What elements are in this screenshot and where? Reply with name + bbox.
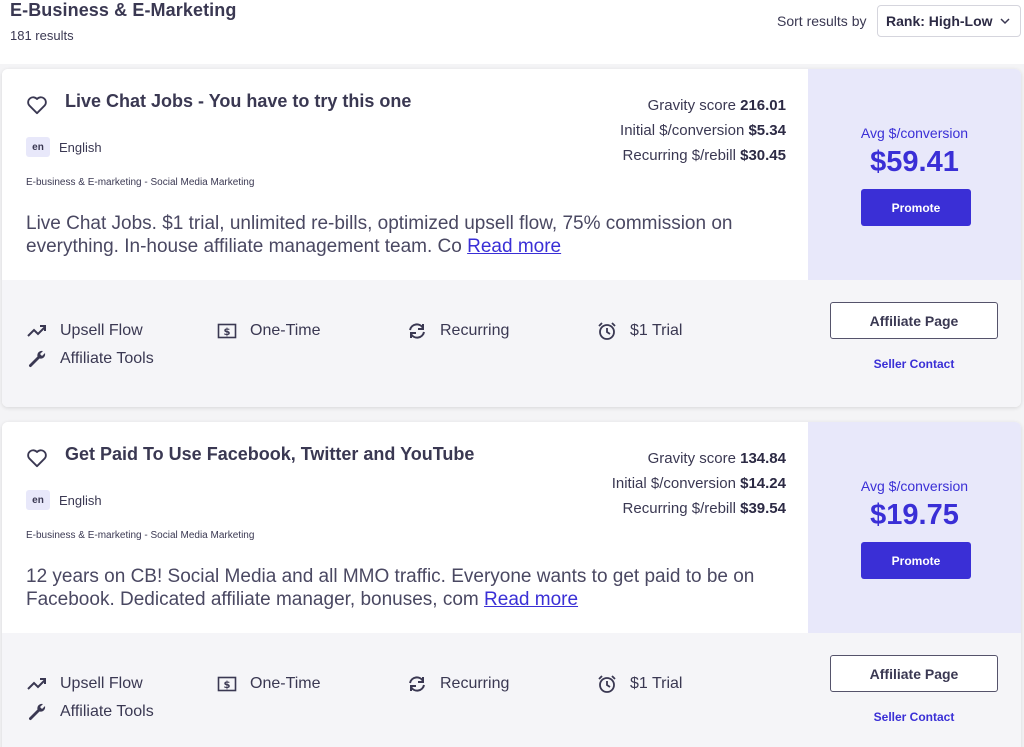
language-badge: en: [26, 490, 50, 510]
avg-conversion-panel: Avg $/conversion $59.41 Promote: [808, 69, 1021, 280]
product-title[interactable]: Get Paid To Use Facebook, Twitter and Yo…: [65, 444, 474, 465]
product-description: Live Chat Jobs. $1 trial, unlimited re-b…: [26, 212, 796, 258]
product-stats: Gravity score 216.01 Initial $/conversio…: [620, 93, 786, 168]
language-name: English: [59, 493, 102, 508]
product-category: E-business & E-marketing - Social Media …: [26, 530, 255, 541]
feature-upsell-flow: Upsell Flow: [26, 320, 143, 342]
heart-icon[interactable]: [26, 448, 48, 468]
sort-select[interactable]: Rank: High-Low: [877, 5, 1021, 37]
alarm-clock-icon: [596, 673, 618, 695]
product-title[interactable]: Live Chat Jobs - You have to try this on…: [65, 91, 411, 112]
trend-up-icon: [26, 673, 48, 695]
product-card: Live Chat Jobs - You have to try this on…: [2, 69, 1021, 407]
read-more-link[interactable]: Read more: [484, 589, 578, 610]
product-category: E-business & E-marketing - Social Media …: [26, 177, 255, 188]
product-card: Get Paid To Use Facebook, Twitter and Yo…: [2, 422, 1021, 747]
seller-contact-link[interactable]: Seller Contact: [830, 357, 998, 371]
language-name: English: [59, 140, 102, 155]
refresh-icon: [406, 673, 428, 695]
avg-conversion-label: Avg $/conversion: [860, 125, 969, 141]
sort-select-value: Rank: High-Low: [886, 13, 993, 29]
product-stats: Gravity score 134.84 Initial $/conversio…: [612, 446, 786, 521]
avg-conversion-label: Avg $/conversion: [860, 478, 969, 494]
dollar-bill-icon: $: [216, 320, 238, 342]
feature-one-time: $ One-Time: [216, 673, 321, 695]
alarm-clock-icon: [596, 320, 618, 342]
feature-trial: $1 Trial: [596, 320, 682, 342]
promote-button[interactable]: Promote: [861, 542, 971, 579]
affiliate-page-button[interactable]: Affiliate Page: [830, 302, 998, 339]
gravity-score: Gravity score 134.84: [647, 450, 786, 467]
initial-value: $5.34: [748, 122, 786, 139]
feature-affiliate-tools: Affiliate Tools: [26, 348, 154, 370]
wrench-icon: [26, 348, 48, 370]
gravity-value: 216.01: [740, 97, 786, 114]
svg-text:$: $: [224, 680, 231, 691]
feature-recurring: Recurring: [406, 320, 509, 342]
dollar-bill-icon: $: [216, 673, 238, 695]
heart-icon[interactable]: [26, 95, 48, 115]
feature-recurring: Recurring: [406, 673, 509, 695]
trend-up-icon: [26, 320, 48, 342]
svg-text:$: $: [224, 327, 231, 338]
results-count: 181 results: [10, 28, 74, 43]
refresh-icon: [406, 320, 428, 342]
description-text: Live Chat Jobs. $1 trial, unlimited re-b…: [26, 213, 733, 257]
recurring-value: $30.45: [740, 147, 786, 164]
recurring-value: $39.54: [740, 500, 786, 517]
wrench-icon: [26, 701, 48, 723]
feature-trial: $1 Trial: [596, 673, 682, 695]
card-main: Live Chat Jobs - You have to try this on…: [2, 69, 808, 280]
feature-one-time: $ One-Time: [216, 320, 321, 342]
product-description: 12 years on CB! Social Media and all MMO…: [26, 565, 796, 611]
read-more-link[interactable]: Read more: [467, 236, 561, 257]
initial-value: $14.24: [740, 475, 786, 492]
initial-conversion: Initial $/conversion $14.24: [611, 475, 786, 492]
card-features: Upsell Flow $ One-Time Recurring $1 Tria…: [2, 280, 1021, 407]
recurring-rebill: Recurring $/rebill $39.54: [622, 500, 786, 517]
affiliate-page-button[interactable]: Affiliate Page: [830, 655, 998, 692]
card-main: Get Paid To Use Facebook, Twitter and Yo…: [2, 422, 808, 633]
gravity-score: Gravity score 216.01: [647, 97, 786, 114]
chevron-down-icon: [1000, 18, 1010, 25]
promote-button[interactable]: Promote: [861, 189, 971, 226]
avg-conversion-panel: Avg $/conversion $19.75 Promote: [808, 422, 1021, 633]
seller-contact-link[interactable]: Seller Contact: [830, 710, 998, 724]
card-features: Upsell Flow $ One-Time Recurring $1 Tria…: [2, 633, 1021, 747]
feature-affiliate-tools: Affiliate Tools: [26, 701, 154, 723]
initial-conversion: Initial $/conversion $5.34: [620, 122, 786, 139]
avg-conversion-value: $59.41: [870, 146, 959, 178]
sort-label: Sort results by: [777, 13, 867, 29]
description-text: 12 years on CB! Social Media and all MMO…: [26, 566, 755, 610]
recurring-rebill: Recurring $/rebill $30.45: [622, 147, 786, 164]
avg-conversion-value: $19.75: [870, 499, 959, 531]
feature-upsell-flow: Upsell Flow: [26, 673, 143, 695]
page-header: E-Business & E-Marketing 181 results Sor…: [0, 0, 1024, 64]
language-badge: en: [26, 137, 50, 157]
page-title: E-Business & E-Marketing: [10, 0, 237, 20]
gravity-value: 134.84: [740, 450, 786, 467]
